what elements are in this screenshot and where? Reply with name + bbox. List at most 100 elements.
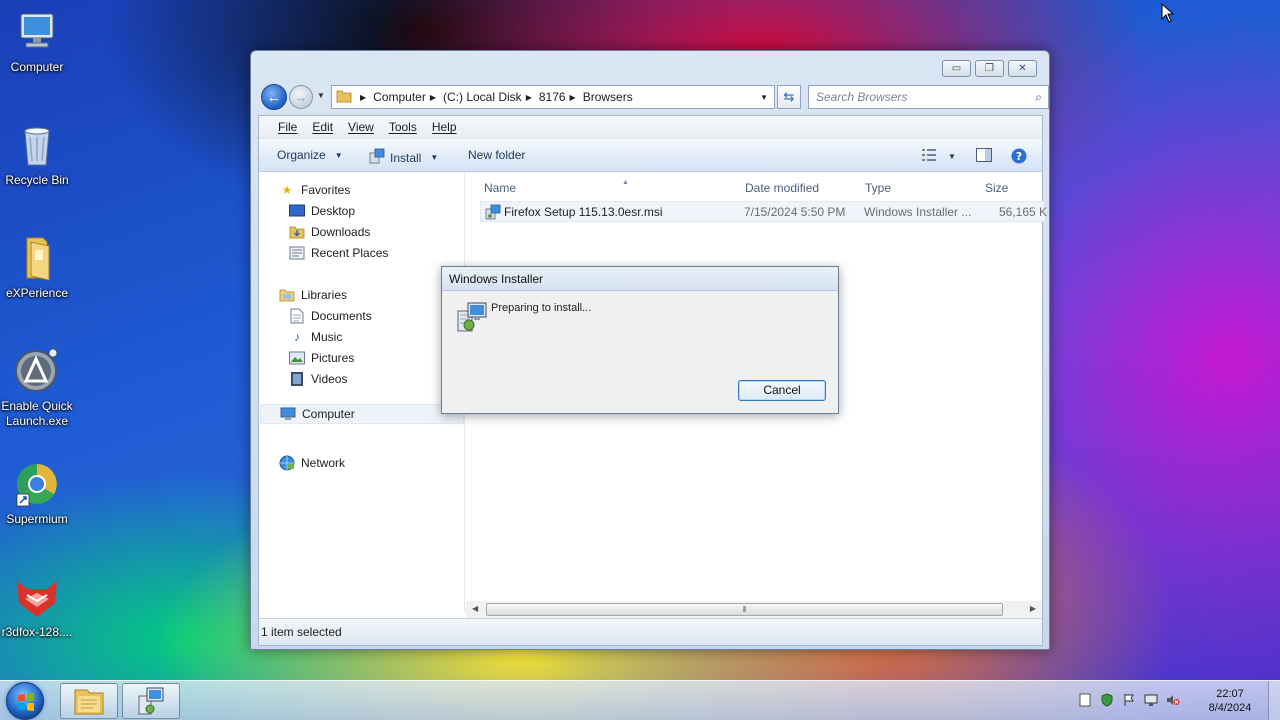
nav-label: Pictures [311, 351, 355, 365]
close-button[interactable]: ✕ [1008, 60, 1037, 77]
action-center-flag-icon[interactable] [1122, 693, 1136, 707]
view-options-button[interactable]: ▼ [921, 148, 956, 165]
desktop-icon-recycle-bin[interactable]: Recycle Bin [0, 121, 74, 188]
help-button[interactable]: ? [1011, 148, 1027, 167]
new-folder-label: New folder [468, 148, 526, 162]
star-icon: ★ [281, 183, 293, 197]
recent-places-icon [289, 245, 305, 261]
column-header-size[interactable]: Size [985, 181, 1008, 195]
notes-icon[interactable] [1078, 693, 1092, 707]
desktop-icon-experience[interactable]: eXPerience [0, 234, 74, 301]
show-desktop-button[interactable] [1268, 681, 1280, 720]
new-folder-button[interactable]: New folder [468, 148, 525, 162]
scroll-right-arrow[interactable]: ▶ [1030, 604, 1036, 613]
r3dfox-icon [13, 573, 61, 621]
taskbar: 22:07 8/4/2024 [0, 680, 1280, 720]
column-label: Size [985, 181, 1009, 195]
clock-date: 8/4/2024 [1208, 702, 1252, 714]
dialog-title: Windows Installer [442, 267, 838, 291]
search-icon[interactable]: ⌕ [1035, 90, 1042, 105]
nav-downloads[interactable]: Downloads [289, 224, 370, 240]
back-button[interactable]: ← [261, 84, 287, 110]
menu-file[interactable]: File [278, 120, 297, 134]
column-label: Date modified [745, 181, 820, 195]
network-status-icon[interactable] [1144, 693, 1158, 707]
address-dropdown[interactable]: ▼ [760, 93, 768, 102]
column-header-type[interactable]: Type [865, 181, 891, 195]
minimize-button[interactable]: ▭ [942, 60, 971, 77]
scroll-left-arrow[interactable]: ◀ [472, 604, 478, 613]
maximize-button[interactable]: ❐ [975, 60, 1004, 77]
nav-label: Favorites [301, 183, 351, 197]
address-bar[interactable]: ▶ Computer ▶ (C:) Local Disk ▶ 8176 ▶ Br… [331, 85, 775, 109]
breadcrumb-separator[interactable]: ▶ [360, 93, 366, 102]
nav-desktop[interactable]: Desktop [289, 203, 355, 219]
breadcrumb-local-disk[interactable]: (C:) Local Disk [443, 90, 522, 104]
search-input[interactable]: Search Browsers ⌕ [808, 85, 1049, 109]
nav-recent-places[interactable]: Recent Places [289, 245, 388, 261]
chevron-down-icon: ▼ [948, 152, 956, 161]
desktop-icon-enable-quick-launch[interactable]: Enable Quick Launch.exe [0, 347, 74, 429]
nav-network[interactable]: Network [279, 455, 345, 471]
desktop-icon [289, 203, 305, 219]
breadcrumb-8176[interactable]: 8176 [539, 90, 566, 104]
nav-pictures[interactable]: Pictures [289, 350, 354, 366]
desktop-icon-label: Supermium [6, 512, 68, 526]
desktop-icon-label: eXPerience [5, 286, 69, 300]
desktop-icon-supermium[interactable]: Supermium [0, 460, 74, 527]
menu-help[interactable]: Help [432, 120, 457, 134]
column-header-date-modified[interactable]: Date modified [745, 181, 819, 195]
refresh-button[interactable]: ⇆ [777, 85, 801, 109]
breadcrumb-separator[interactable]: ▶ [430, 93, 436, 102]
search-placeholder: Search Browsers [816, 90, 908, 104]
nav-label: Desktop [311, 204, 356, 218]
documents-icon [289, 308, 305, 324]
msi-file-icon [485, 204, 501, 223]
computer-icon [13, 8, 61, 56]
nav-libraries[interactable]: Libraries [279, 287, 347, 303]
breadcrumb-browsers[interactable]: Browsers [583, 90, 633, 104]
cancel-button[interactable]: Cancel [738, 380, 826, 401]
file-type: Windows Installer ... [864, 205, 972, 219]
scrollbar-thumb[interactable]: ⦀ [486, 603, 1003, 616]
windows-installer-dialog[interactable]: Windows Installer Preparing to install..… [441, 266, 839, 414]
organize-button[interactable]: Organize ▼ [277, 148, 343, 162]
installer-icon [138, 687, 164, 715]
pictures-icon [289, 350, 305, 366]
taskbar-clock[interactable]: 22:07 8/4/2024 [1200, 687, 1260, 715]
column-header-name[interactable]: Name ▲ [484, 179, 629, 195]
nav-computer[interactable]: Computer [260, 404, 464, 424]
desktop-icon-computer[interactable]: Computer [0, 8, 74, 75]
volume-muted-icon[interactable] [1166, 693, 1180, 707]
nav-label: Libraries [301, 288, 348, 302]
breadcrumb-separator[interactable]: ▶ [570, 93, 576, 102]
menu-view[interactable]: View [348, 120, 374, 134]
preview-pane-button[interactable] [976, 148, 992, 165]
security-shield-icon[interactable] [1100, 693, 1114, 707]
nav-documents[interactable]: Documents [289, 308, 372, 324]
recent-pages-dropdown[interactable]: ▼ [317, 91, 325, 100]
taskbar-explorer-button[interactable] [60, 683, 118, 719]
install-button[interactable]: Install ▼ [369, 148, 438, 167]
file-name: Firefox Setup 115.13.0esr.msi [504, 205, 663, 219]
horizontal-scrollbar[interactable]: ◀ ⦀ ▶ [466, 601, 1042, 618]
desktop-icon-r3dfox[interactable]: r3dfox-128.... [0, 573, 74, 640]
window-caption-buttons: ▭ ❐ ✕ [942, 60, 1037, 77]
nav-videos[interactable]: Videos [289, 371, 347, 387]
start-button[interactable] [6, 682, 44, 720]
nav-label: Documents [311, 309, 372, 323]
videos-icon [289, 371, 305, 387]
navigation-pane: ★ Favorites Desktop Downloads Recent Pla… [259, 173, 465, 613]
system-tray [1078, 693, 1180, 707]
menu-tools[interactable]: Tools [389, 120, 417, 134]
file-row[interactable]: Firefox Setup 115.13.0esr.msi 7/15/2024 … [480, 201, 1047, 223]
nav-music[interactable]: ♪ Music [289, 329, 342, 345]
taskbar-installer-button[interactable] [122, 683, 180, 719]
forward-button[interactable]: → [289, 85, 313, 109]
breadcrumb-separator[interactable]: ▶ [526, 93, 532, 102]
nav-favorites[interactable]: ★ Favorites [279, 182, 351, 198]
installer-icon [369, 148, 385, 167]
menu-edit[interactable]: Edit [312, 120, 333, 134]
column-label: Type [865, 181, 892, 195]
breadcrumb-computer[interactable]: Computer [373, 90, 426, 104]
